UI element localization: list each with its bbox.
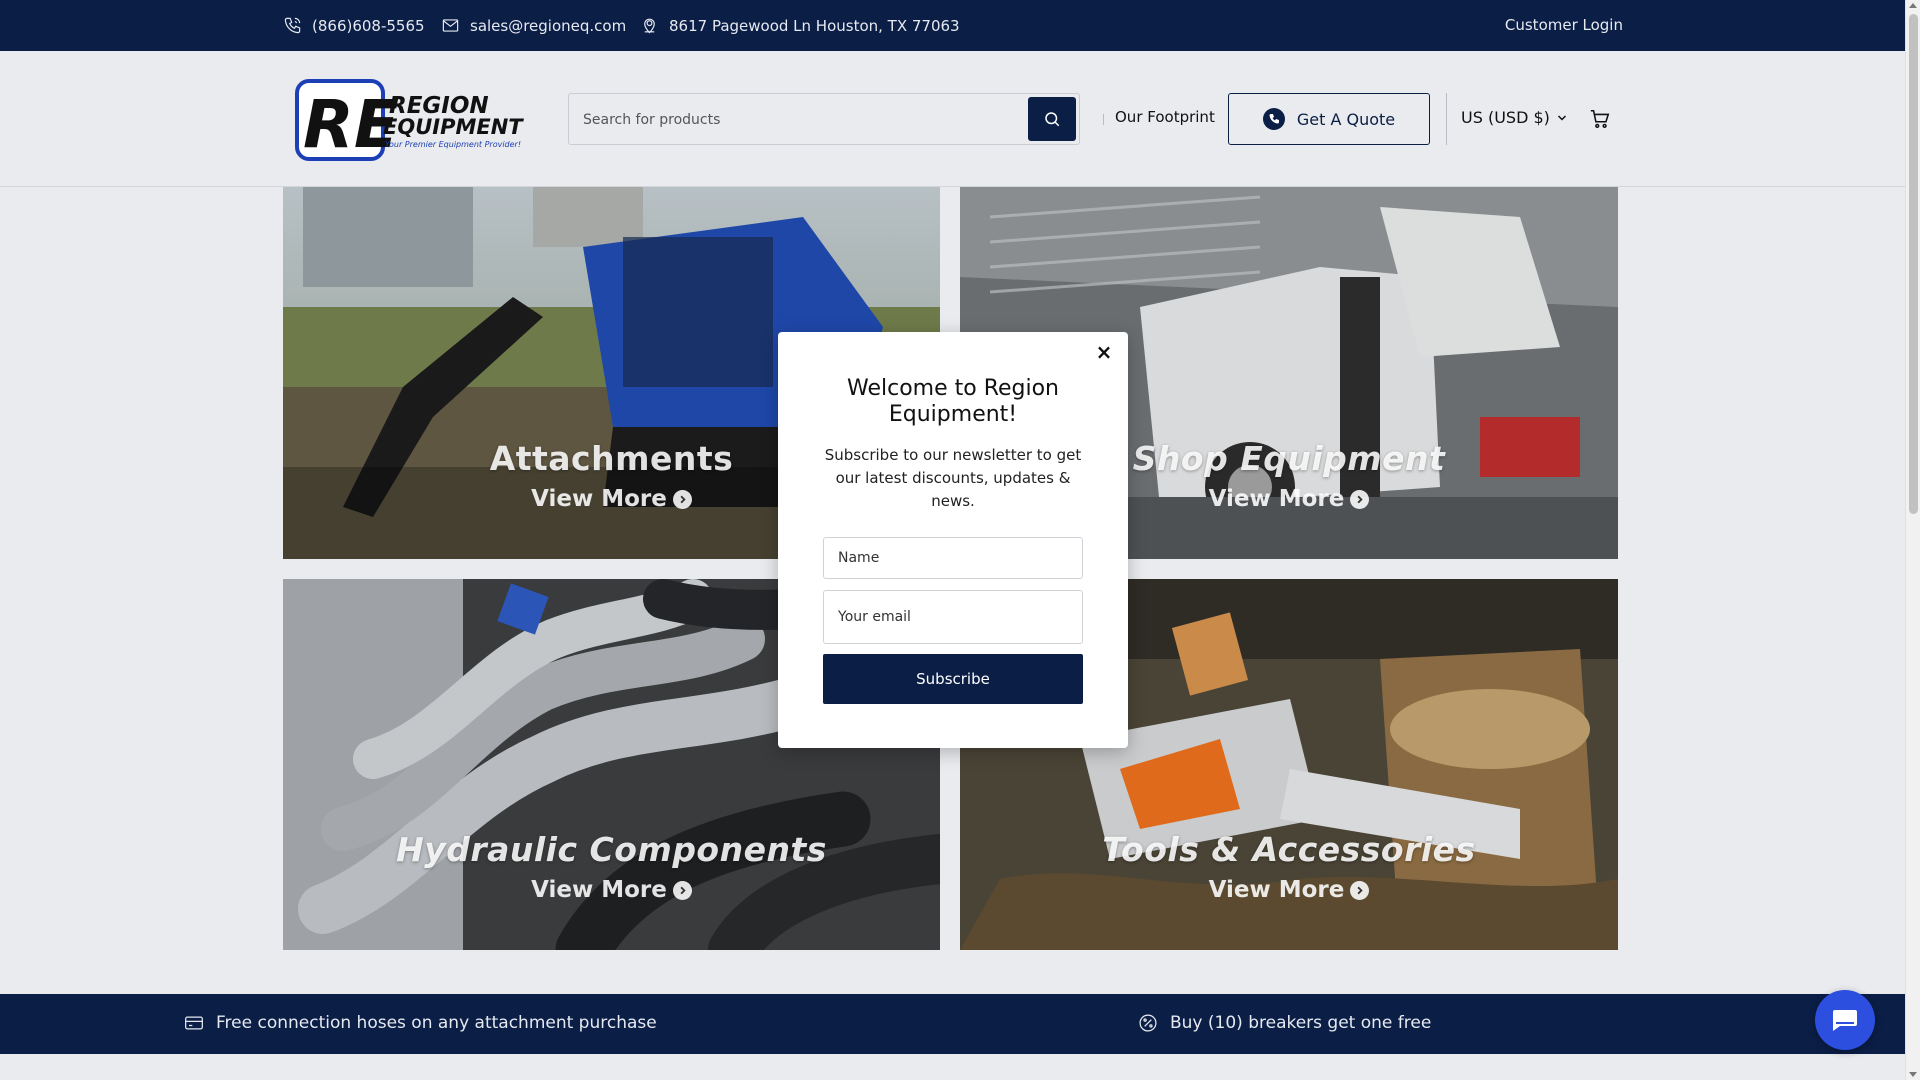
divider	[1446, 93, 1447, 145]
arrow-right-circle-icon	[1350, 880, 1370, 900]
phone-icon	[284, 17, 301, 34]
view-more-link[interactable]: View More	[531, 486, 692, 512]
currency-label: US (USD $)	[1461, 108, 1550, 127]
scrollbar-thumb[interactable]	[1909, 14, 1918, 514]
address-text: 8617 Pagewood Ln Houston, TX 77063	[669, 16, 960, 35]
view-more-label: View More	[1208, 877, 1345, 903]
announcement-text: Free connection hoses on any attachment …	[216, 1013, 657, 1033]
arrow-right-circle-icon	[672, 880, 692, 900]
location-pin-icon	[644, 18, 655, 34]
announcement-bar: Free connection hoses on any attachment …	[0, 994, 1905, 1054]
scroll-up-arrow-icon[interactable]	[1909, 3, 1917, 8]
percent-badge-icon	[1139, 1014, 1157, 1032]
currency-selector[interactable]: US (USD $)	[1461, 108, 1568, 127]
announcement-item: Free connection hoses on any attachment …	[184, 1013, 657, 1033]
chat-widget-button[interactable]	[1815, 990, 1875, 1050]
customer-login-link[interactable]: Customer Login	[1505, 16, 1623, 34]
arrow-right-circle-icon	[672, 489, 692, 509]
name-input[interactable]	[823, 537, 1083, 579]
view-more-label: View More	[531, 486, 667, 512]
close-icon[interactable]: ×	[1092, 340, 1116, 364]
top-bar: (866)608-5565 sales@regioneq.com 8617 Pa…	[0, 0, 1905, 51]
phone-text: (866)608-5565	[312, 16, 425, 35]
subscribe-button[interactable]: Subscribe	[823, 654, 1083, 704]
site-header: RE REGION EQUIPMENT Your Premier Equipme…	[0, 51, 1905, 187]
region-equipment-logo[interactable]: RE REGION EQUIPMENT Your Premier Equipme…	[295, 79, 531, 161]
view-more-label: View More	[1208, 486, 1345, 512]
search-icon	[1045, 112, 1060, 127]
our-footprint-link[interactable]: Our Footprint	[1115, 108, 1215, 126]
scroll-down-arrow-icon[interactable]	[1909, 1072, 1917, 1077]
announcement-item: Buy (10) breakers get one free	[1138, 1013, 1431, 1033]
page-scrollbar[interactable]	[1905, 0, 1920, 1080]
tile-title: Hydraulic Components	[396, 830, 827, 869]
email-input[interactable]	[823, 590, 1083, 644]
view-more-link[interactable]: View More	[1209, 486, 1370, 512]
tile-caption: Tools & Accessories View More	[960, 830, 1618, 903]
quote-label: Get A Quote	[1296, 109, 1396, 129]
logo-line-2: EQUIPMENT	[383, 115, 524, 139]
arrow-right-circle-icon	[1350, 489, 1370, 509]
address-contact[interactable]: 8617 Pagewood Ln Houston, TX 77063	[640, 16, 960, 35]
search-bar	[568, 93, 1080, 145]
chat-bubble-icon	[1833, 1010, 1857, 1031]
divider	[1103, 114, 1104, 125]
modal-description: Subscribe to our newsletter to get our l…	[824, 446, 1082, 510]
logo-tagline: Your Premier Equipment Provider!	[385, 140, 521, 149]
phone-icon	[1262, 108, 1285, 130]
phone-contact[interactable]: (866)608-5565	[283, 16, 425, 35]
email-text: sales@regioneq.com	[470, 16, 627, 35]
search-input[interactable]	[583, 108, 1003, 132]
chevron-down-icon	[1557, 114, 1566, 121]
mail-icon	[442, 19, 459, 32]
cart-icon[interactable]	[1589, 108, 1611, 130]
announcement-text: Buy (10) breakers get one free	[1170, 1013, 1432, 1033]
tile-caption: Hydraulic Components View More	[283, 830, 940, 903]
newsletter-modal: × Welcome to Region Equipment! Subscribe…	[778, 332, 1128, 748]
view-more-link[interactable]: View More	[1209, 877, 1370, 903]
view-more-link[interactable]: View More	[531, 877, 692, 903]
view-more-label: View More	[531, 877, 667, 903]
modal-title: Welcome to Region Equipment!	[846, 376, 1060, 427]
email-contact[interactable]: sales@regioneq.com	[441, 16, 626, 35]
search-button[interactable]	[1028, 97, 1076, 141]
card-icon	[185, 1016, 203, 1030]
get-a-quote-button[interactable]: Get A Quote	[1228, 93, 1430, 145]
tile-title: Tools & Accessories	[1102, 830, 1476, 869]
page-bottom	[0, 1054, 1905, 1080]
